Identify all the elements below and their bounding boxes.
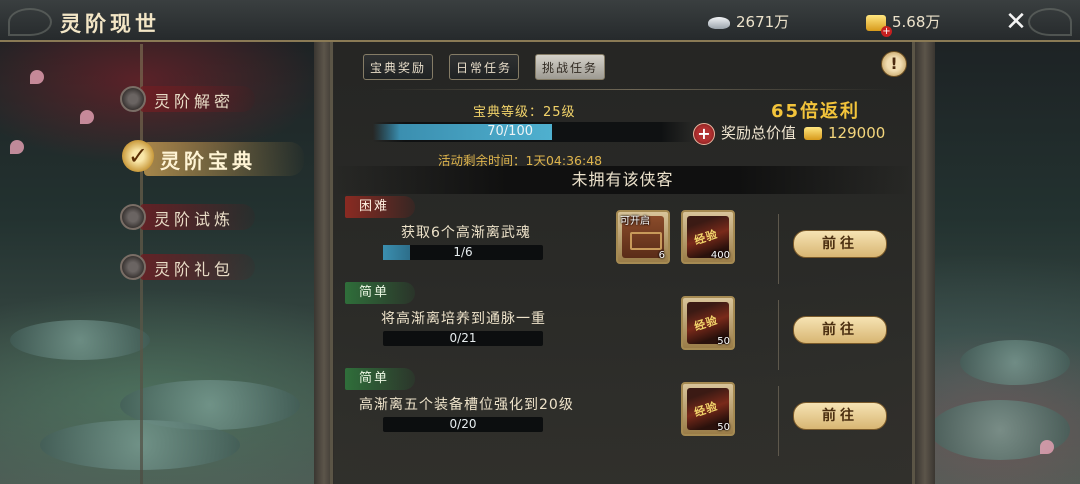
item-count: 50 xyxy=(717,422,730,433)
sidebar-item-gift[interactable]: 灵阶礼包 xyxy=(120,250,280,284)
task-name: 高渐离五个装备槽位强化到20级 xyxy=(359,397,574,413)
task-progress: 0/20 xyxy=(383,417,543,432)
xp-bar: 70/100 xyxy=(373,122,693,142)
silver-amount: 2671万 xyxy=(736,13,790,31)
nav-dot-icon xyxy=(120,86,146,112)
plum-blossom xyxy=(30,70,44,84)
lotus-leaf xyxy=(10,320,150,360)
top-bar: 灵阶现世 2671万 5.68万 ✕ xyxy=(0,0,1080,42)
gold-ingot-add-icon[interactable] xyxy=(866,14,892,37)
panel-pillar xyxy=(915,42,935,484)
task-panel: 宝典奖励 日常任务 挑战任务 ! 宝典等级：25级 70/100 活动剩余时间：… xyxy=(330,42,915,484)
multiplier-number: 65 xyxy=(771,101,801,122)
sidebar-item-book[interactable]: ✓ 灵阶宝典 xyxy=(120,140,304,176)
reward-item[interactable]: 400 xyxy=(681,210,735,264)
checkmark-icon: ✓ xyxy=(122,140,154,172)
lotus-leaf xyxy=(960,340,1070,385)
item-count: 50 xyxy=(717,336,730,347)
gold-amount: 5.68万 xyxy=(892,13,941,31)
divider xyxy=(778,214,779,284)
task-row: 困难 获取6个高渐离武魂 1/6 可开启 6 400 前往 xyxy=(333,196,912,284)
sidebar-item-label: 灵阶解密 xyxy=(154,92,235,111)
rebate-multiplier: 65倍返利 xyxy=(771,97,860,123)
tab-daily-tasks[interactable]: 日常任务 xyxy=(449,54,519,80)
sidebar-item-label: 灵阶礼包 xyxy=(154,260,235,279)
lotus-flower xyxy=(1040,440,1054,454)
sidebar-item-label: 灵阶试炼 xyxy=(154,210,235,229)
divider xyxy=(778,300,779,370)
task-progress-text: 0/20 xyxy=(449,417,477,431)
difficulty-badge: 困难 xyxy=(345,196,415,218)
item-tag: 可开启 xyxy=(620,216,650,227)
reward-label: 奖励总价值 xyxy=(721,124,797,142)
task-progress-text: 0/21 xyxy=(449,331,477,345)
task-progress-text: 1/6 xyxy=(453,245,473,259)
reward-item[interactable]: 50 xyxy=(681,296,735,350)
book-level: 宝典等级：25级 xyxy=(473,105,576,120)
task-name: 获取6个高渐离武魂 xyxy=(401,225,531,241)
help-icon[interactable]: ! xyxy=(881,51,907,77)
gold-counter[interactable]: 5.68万 xyxy=(866,11,941,37)
silver-ingot-icon xyxy=(708,16,730,29)
divider xyxy=(373,89,893,90)
reward-amount: 129000 xyxy=(828,124,886,142)
item-count: 400 xyxy=(710,250,730,261)
difficulty-badge: 简单 xyxy=(345,282,415,304)
divider xyxy=(778,386,779,456)
reward-item[interactable]: 50 xyxy=(681,382,735,436)
task-row: 简单 将高渐离培养到通脉一重 0/21 50 前往 xyxy=(333,282,912,370)
task-name: 将高渐离培养到通脉一重 xyxy=(381,311,546,327)
sidebar-item-label: 灵阶宝典 xyxy=(160,149,256,173)
plum-blossom xyxy=(80,110,94,124)
reward-total: + 奖励总价值 129000 xyxy=(693,122,885,145)
notice-banner: 未拥有该侠客 xyxy=(333,166,912,194)
task-progress: 0/21 xyxy=(383,331,543,346)
cloud-ornament xyxy=(1028,8,1072,36)
xp-text: 70/100 xyxy=(487,124,533,139)
reward-item[interactable]: 可开启 6 xyxy=(616,210,670,264)
task-row: 简单 高渐离五个装备槽位强化到20级 0/20 50 前往 xyxy=(333,368,912,456)
item-count: 6 xyxy=(658,250,665,261)
add-icon[interactable]: + xyxy=(693,122,715,145)
nav-dot-icon xyxy=(120,254,146,280)
page-title: 灵阶现世 xyxy=(60,11,160,36)
sidebar-item-trial[interactable]: 灵阶试炼 xyxy=(120,200,280,234)
task-progress: 1/6 xyxy=(383,245,543,260)
nav-dot-icon xyxy=(120,204,146,230)
plum-blossom xyxy=(10,140,24,154)
go-button[interactable]: 前往 xyxy=(793,230,887,258)
cloud-ornament xyxy=(8,8,52,36)
go-button[interactable]: 前往 xyxy=(793,316,887,344)
tab-challenge-tasks[interactable]: 挑战任务 xyxy=(535,54,605,80)
gold-ingot-icon xyxy=(804,127,823,140)
sidebar-item-decrypt[interactable]: 灵阶解密 xyxy=(120,82,280,116)
go-button[interactable]: 前往 xyxy=(793,402,887,430)
silver-counter: 2671万 xyxy=(708,11,789,32)
difficulty-badge: 简单 xyxy=(345,368,415,390)
multiplier-text: 倍返利 xyxy=(800,101,861,122)
tab-book-rewards[interactable]: 宝典奖励 xyxy=(363,54,433,80)
